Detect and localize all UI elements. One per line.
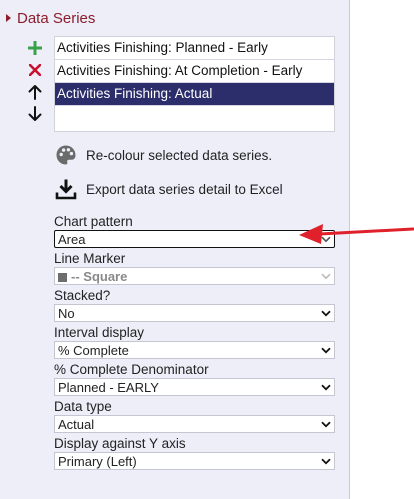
data-series-section-header[interactable]: Data Series <box>6 8 95 28</box>
chevron-down-icon <box>321 382 331 392</box>
chart-pattern-select[interactable]: Area <box>54 230 335 248</box>
interval-display-select[interactable]: % Complete <box>54 341 335 359</box>
close-icon[interactable] <box>26 59 44 81</box>
y-axis-value: Primary (Left) <box>58 453 137 469</box>
y-axis-select[interactable]: Primary (Left) <box>54 452 335 470</box>
stacked-value: No <box>58 305 75 321</box>
line-marker-value: -- Square <box>71 268 128 284</box>
interval-display-value: % Complete <box>58 342 129 358</box>
chevron-down-icon <box>321 456 331 466</box>
interval-display-label: Interval display <box>54 325 145 340</box>
arrow-down-icon[interactable] <box>26 103 44 125</box>
series-tools <box>26 37 44 125</box>
caret-right-icon <box>6 14 11 22</box>
chevron-down-icon <box>321 271 331 281</box>
data-series-panel: Data Series Activities Finishing: Planne… <box>0 0 350 499</box>
chart-pattern-label: Chart pattern <box>54 214 133 229</box>
series-item-actual[interactable]: Activities Finishing: Actual <box>55 83 334 106</box>
download-icon <box>54 177 78 201</box>
stacked-select[interactable]: No <box>54 304 335 322</box>
line-marker-label: Line Marker <box>54 251 126 266</box>
data-type-select[interactable]: Actual <box>54 415 335 433</box>
stacked-field: Stacked? No <box>54 288 335 322</box>
chart-pattern-field: Chart pattern Area <box>54 214 335 248</box>
chart-pattern-value: Area <box>58 231 86 247</box>
export-label: Export data series detail to Excel <box>86 181 283 197</box>
chevron-down-icon <box>321 345 331 355</box>
chevron-down-icon <box>321 419 331 429</box>
interval-display-field: Interval display % Complete <box>54 325 335 359</box>
complete-denominator-field: % Complete Denominator Planned - EARLY <box>54 362 335 396</box>
plus-icon[interactable] <box>26 37 44 59</box>
chevron-down-icon <box>321 234 331 244</box>
complete-denominator-value: Planned - EARLY <box>58 379 159 395</box>
data-type-value: Actual <box>58 416 95 432</box>
recolour-label: Re-colour selected data series. <box>86 147 273 163</box>
section-title: Data Series <box>17 9 96 27</box>
stacked-label: Stacked? <box>54 288 111 303</box>
complete-denominator-label: % Complete Denominator <box>54 362 209 377</box>
palette-icon <box>54 143 78 167</box>
chevron-down-icon <box>321 308 331 318</box>
series-item-planned-early[interactable]: Activities Finishing: Planned - Early <box>55 37 334 60</box>
data-type-label: Data type <box>54 399 112 414</box>
series-list: Activities Finishing: Planned - Early Ac… <box>54 36 335 132</box>
complete-denominator-select[interactable]: Planned - EARLY <box>54 378 335 396</box>
line-marker-select[interactable]: -- Square <box>54 267 335 285</box>
arrow-up-icon[interactable] <box>26 81 44 103</box>
y-axis-label: Display against Y axis <box>54 436 186 451</box>
data-type-field: Data type Actual <box>54 399 335 433</box>
recolour-button[interactable]: Re-colour selected data series. <box>54 143 272 167</box>
export-excel-button[interactable]: Export data series detail to Excel <box>54 177 283 201</box>
y-axis-field: Display against Y axis Primary (Left) <box>54 436 335 470</box>
line-marker-value-wrap: -- Square <box>58 269 127 284</box>
line-marker-field: Line Marker -- Square <box>54 251 335 285</box>
series-item-at-completion-early[interactable]: Activities Finishing: At Completion - Ea… <box>55 60 334 83</box>
square-marker-icon <box>58 272 67 282</box>
